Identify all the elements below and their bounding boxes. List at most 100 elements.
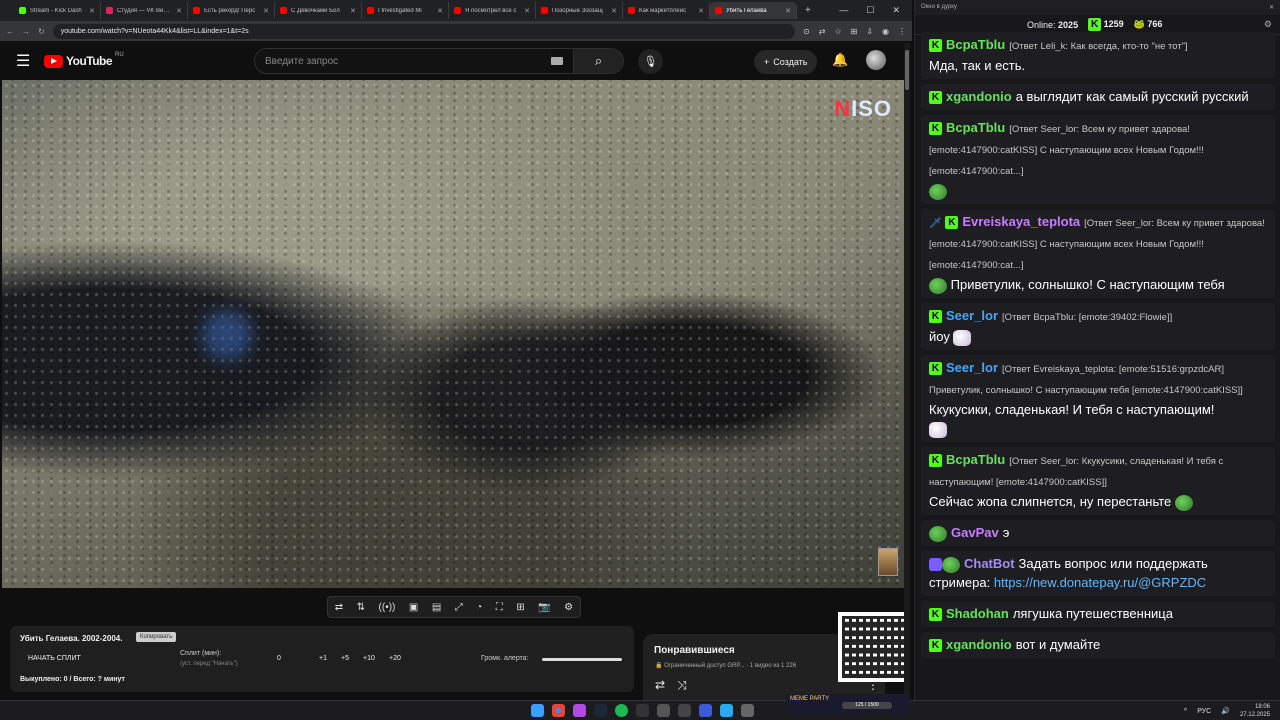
new-tab-icon[interactable]: + [797, 5, 819, 16]
close-icon[interactable]: ✕ [263, 7, 269, 15]
extension-icon[interactable]: ⊙ [803, 27, 810, 36]
volume-icon[interactable]: 🔊 [1221, 707, 1230, 715]
close-icon[interactable]: ✕ [1269, 4, 1274, 11]
chat-reply: [Ответ BcpaTblu: [emote:39402:Flowie]] [1002, 312, 1173, 323]
close-icon[interactable]: ✕ [524, 7, 530, 15]
keyboard-icon[interactable] [551, 57, 563, 65]
back-icon[interactable]: ← [6, 27, 14, 36]
bookmark-icon[interactable]: ☆ [834, 27, 841, 36]
add-10-button[interactable]: +10 [363, 655, 375, 662]
tab-3[interactable]: С Девочками Бол ✕ [275, 2, 362, 19]
other-viewer-count: 766 [1147, 19, 1163, 29]
camera-icon[interactable]: 📷 [538, 602, 550, 613]
app-icon[interactable] [699, 704, 712, 717]
reload-icon[interactable]: ↻ [38, 27, 45, 36]
film-icon[interactable]: ▤ [432, 602, 441, 613]
add-1-button[interactable]: +1 [319, 655, 327, 662]
donate-link[interactable]: https://new.donatepay.ru/@GRPZDC [994, 575, 1206, 590]
resize-icon[interactable]: ⤢ [455, 602, 463, 613]
forward-icon[interactable]: → [22, 27, 30, 36]
add-icon[interactable]: ⊞ [516, 602, 524, 613]
chat-username[interactable]: BcpaTblu [946, 452, 1005, 467]
loop-icon[interactable]: ⇄ [335, 602, 343, 613]
menu-icon[interactable]: ☰ [16, 51, 44, 71]
url-field[interactable]: youtube.com/watch?v=NUeota44Kk4&list=LL&… [52, 23, 796, 39]
search-button[interactable]: ⌕ [573, 49, 623, 73]
broadcast-icon[interactable]: ((•)) [379, 602, 396, 613]
watch-icon[interactable]: ▣ [409, 602, 418, 613]
extension-icon[interactable]: ⇄ [819, 27, 826, 36]
sort-icon[interactable]: ⇅ [357, 602, 365, 613]
close-icon[interactable]: ✕ [611, 7, 617, 15]
chat-username[interactable]: ChatBot [964, 556, 1015, 571]
chevron-up-icon[interactable]: ^ [1184, 708, 1187, 715]
chrome-icon[interactable] [552, 704, 565, 717]
spotify-icon[interactable] [615, 704, 628, 717]
shuffle-icon[interactable]: ⤨ [677, 678, 687, 693]
download-icon[interactable]: ⇩ [866, 27, 873, 36]
close-icon[interactable]: ✕ [698, 7, 704, 15]
clock[interactable]: 18:06 27.12.2025 [1240, 703, 1270, 719]
chat-username[interactable]: BcpaTblu [946, 120, 1005, 135]
chat-username[interactable]: xgandonio [946, 89, 1012, 104]
playlist-title[interactable]: Понравившиеся [654, 645, 735, 656]
youtube-logo[interactable]: YouTube RU [44, 52, 124, 68]
tab-6[interactable]: Позорные Зоозащ ✕ [536, 2, 623, 19]
video-player[interactable]: NISO [2, 80, 908, 588]
language-indicator[interactable]: РУС [1197, 708, 1211, 715]
tab-5[interactable]: Я посмотрел все с ✕ [449, 2, 536, 19]
scrollbar[interactable] [904, 43, 910, 698]
app-icon[interactable] [636, 704, 649, 717]
tab-1[interactable]: Студия — VK Видео ✕ [101, 2, 188, 19]
close-icon[interactable]: ✕ [176, 7, 182, 15]
tab-0[interactable]: Stream - Kick Dash ✕ [14, 2, 101, 19]
steam-icon[interactable] [594, 704, 607, 717]
loop-icon[interactable]: ⇄ [655, 678, 665, 693]
search-input[interactable] [255, 49, 551, 73]
minimize-icon[interactable]: — [839, 5, 848, 16]
chat-username[interactable]: BcpaTblu [946, 37, 1005, 52]
settings-icon[interactable]: ⚙ [564, 602, 573, 613]
close-icon[interactable]: ✕ [437, 7, 443, 15]
create-button[interactable]: + Создать [754, 50, 818, 74]
tab-4[interactable]: I Investigated Mi ✕ [362, 2, 449, 19]
profile-icon[interactable]: ◉ [882, 27, 889, 36]
chat-username[interactable]: Seer_lor [946, 308, 998, 323]
alert-volume-slider[interactable] [542, 658, 622, 661]
chat-username[interactable]: Shadohan [946, 606, 1009, 621]
close-icon[interactable]: ✕ [350, 7, 356, 15]
chat-username[interactable]: Evreiskaya_teplota [962, 214, 1080, 229]
app-icon[interactable] [741, 704, 754, 717]
menu-icon[interactable]: ⋮ [898, 27, 906, 36]
bell-icon[interactable]: 🔔 [832, 52, 848, 68]
tab-8-active[interactable]: Убить Гелаева ✕ [710, 2, 797, 19]
start-split-button[interactable]: НАЧАТЬ СПЛИТ [28, 655, 81, 662]
close-icon[interactable]: ✕ [89, 7, 95, 15]
tab-7[interactable]: Как маркетплейс ✕ [623, 2, 710, 19]
tab-2[interactable]: Есть рекорд! Перс ✕ [188, 2, 275, 19]
playlist-info: 🔒 Ограниченный доступ GRP... · 1 видео и… [655, 663, 797, 669]
system-tray: ^ РУС 🔊 18:06 27.12.2025 [1184, 703, 1270, 719]
maximize-icon[interactable]: ☐ [866, 5, 874, 16]
microphone-icon[interactable]: 🎙 [638, 49, 663, 74]
windows-start-icon[interactable] [531, 704, 544, 717]
extension-icon[interactable]: ⊞ [851, 27, 858, 36]
add-5-button[interactable]: +5 [341, 655, 349, 662]
chat-username[interactable]: GavPav [951, 525, 999, 540]
copy-button[interactable]: Копировать [136, 632, 177, 642]
app-icon[interactable] [678, 704, 691, 717]
chat-username[interactable]: Seer_lor [946, 360, 998, 375]
add-20-button[interactable]: +20 [389, 655, 401, 662]
fullscreen-icon[interactable]: ⛶ [496, 602, 503, 613]
close-window-icon[interactable]: ✕ [892, 5, 900, 16]
scrollbar-thumb[interactable] [905, 50, 909, 90]
frog-emote-icon [929, 277, 947, 294]
speed-icon[interactable]: ◔ [476, 602, 482, 613]
avatar[interactable] [866, 50, 886, 70]
app-icon[interactable] [573, 704, 586, 717]
app-icon[interactable] [657, 704, 670, 717]
close-icon[interactable]: ✕ [785, 7, 791, 15]
gear-icon[interactable]: ⚙ [1264, 19, 1272, 30]
telegram-icon[interactable] [720, 704, 733, 717]
chat-username[interactable]: xgandonio [946, 637, 1012, 652]
